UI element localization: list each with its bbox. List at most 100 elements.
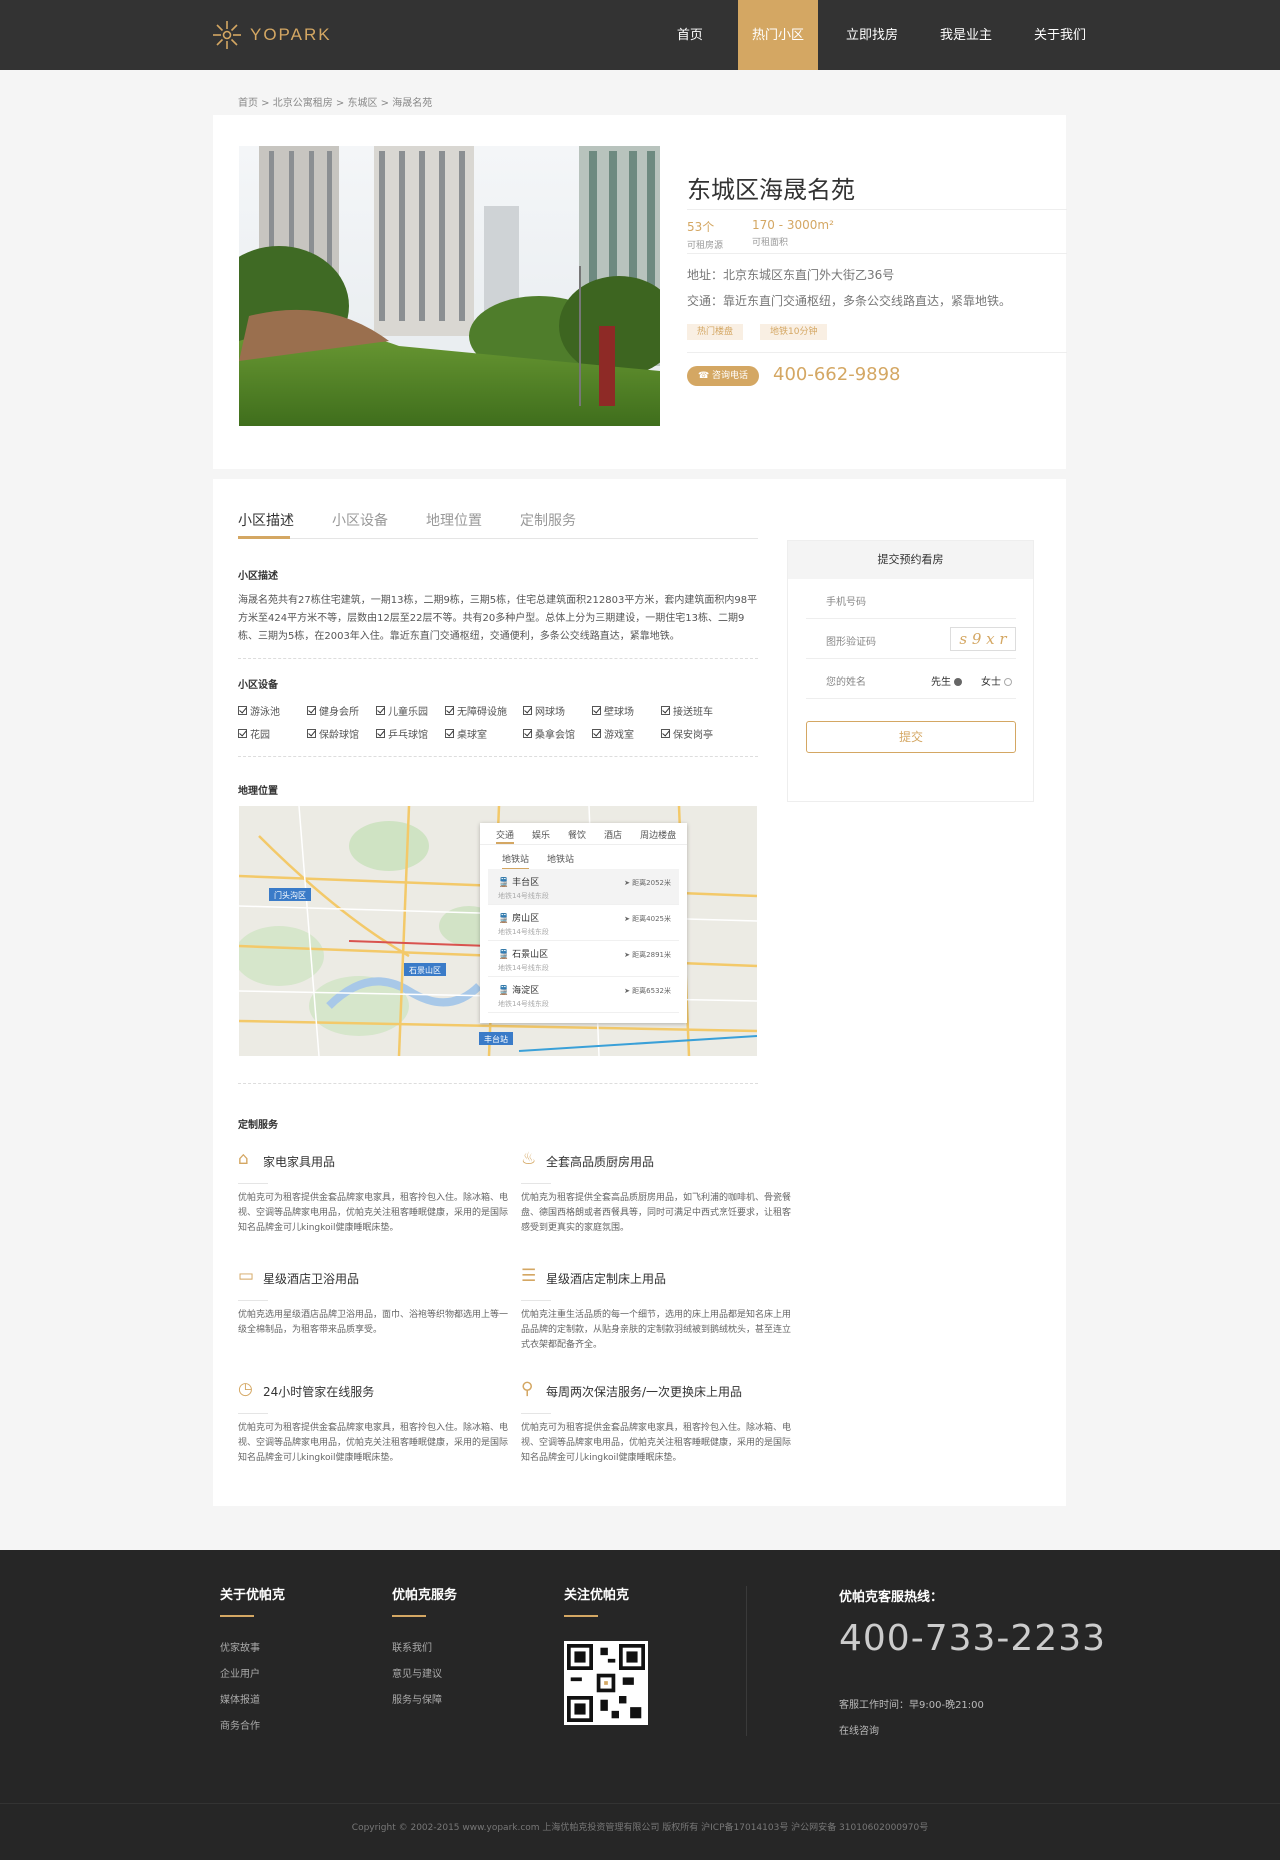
- service-divider: [238, 1183, 268, 1184]
- checkbox-icon: [307, 706, 316, 715]
- footer-about-title: 关于优帕克: [220, 1588, 286, 1603]
- facility-item: 花园: [238, 726, 270, 741]
- checkbox-icon: [592, 729, 601, 738]
- poi-tab-traffic[interactable]: 交通: [496, 828, 515, 844]
- service-description: 优帕克可为租客提供金套品牌家电家具，租客拎包入住。除冰箱、电视、空调等品牌家电用…: [521, 1423, 792, 1463]
- footer-about: 关于优帕克 优家故事 企业用户 媒体报道 商务合作: [220, 1584, 285, 1743]
- footer-link[interactable]: 服务与保障: [392, 1691, 457, 1717]
- copyright: Copyright © 2002-2015 www.yopark.com 上海优…: [351, 1823, 929, 1833]
- station-name-text: 丰台区: [512, 878, 540, 888]
- footer-link[interactable]: 联系我们: [392, 1639, 457, 1665]
- footer-services-title: 优帕克服务: [392, 1588, 458, 1603]
- description-text: 海晟名苑共有27栋住宅建筑，一期13栋，二期9栋，三期5栋，住宅总建筑面积212…: [238, 595, 758, 642]
- property-title: 东城区海晟名苑: [687, 176, 855, 204]
- station-item[interactable]: 🚆 丰台区 地铁14号线东段 ➤ 距离2052米: [488, 869, 679, 905]
- divider: [687, 253, 1067, 254]
- facility-item: 儿童乐园: [376, 703, 428, 718]
- navigate-arrow-icon: ➤: [624, 987, 630, 995]
- checkbox-icon: [307, 729, 316, 738]
- checkbox-icon: [238, 729, 247, 738]
- station-distance-text: 距离6532米: [632, 987, 671, 995]
- footer-link[interactable]: 优家故事: [220, 1639, 285, 1665]
- station-item[interactable]: 🚆 房山区 地铁14号线东段 ➤ 距离4025米: [488, 905, 679, 941]
- tab-description[interactable]: 小区描述: [238, 510, 294, 530]
- hotline-number[interactable]: 400-733-2233: [839, 1618, 1106, 1659]
- poi-subtab-subway-2[interactable]: 地铁站: [547, 852, 574, 869]
- tabs-underline: [238, 538, 758, 539]
- service-title: 星级酒店定制床上用品: [546, 1272, 667, 1286]
- poi-tab-hotel[interactable]: 酒店: [604, 828, 622, 844]
- navigate-arrow-icon: ➤: [624, 915, 630, 923]
- footer-follow-title: 关注优帕克: [564, 1588, 630, 1603]
- service-description: 优帕克为租客提供全套高品质厨房用品，如飞利浦的咖啡机、骨瓷餐盘、德国西格朗或者西…: [521, 1193, 792, 1233]
- station-distance-text: 距离4025米: [632, 915, 671, 923]
- map-label-shijingshan: 石景山区: [409, 965, 441, 975]
- submit-button[interactable]: 提交: [806, 721, 1016, 753]
- facility-label: 保安岗亭: [673, 730, 713, 741]
- captcha-image[interactable]: s 9 x r: [950, 627, 1016, 651]
- breadcrumb[interactable]: 首页 > 北京公寓租房 > 东城区 > 海晟名苑: [238, 94, 432, 109]
- station-item[interactable]: 🚆 海淀区 地铁14号线东段 ➤ 距离6532米: [488, 977, 679, 1013]
- checkbox-icon: [376, 729, 385, 738]
- service-title: 全套高品质厨房用品: [546, 1155, 655, 1169]
- footer-accent-bar: [220, 1615, 254, 1617]
- house-icon: ⌂: [238, 1149, 249, 1169]
- tag-subway: 地铁10分钟: [760, 324, 828, 340]
- tab-facilities[interactable]: 小区设备: [332, 510, 388, 530]
- footer-link[interactable]: 意见与建议: [392, 1665, 457, 1691]
- divider: [238, 756, 758, 757]
- gender-male-option[interactable]: 先生: [931, 673, 963, 688]
- tab-location[interactable]: 地理位置: [426, 510, 482, 530]
- units-label: 可租房源: [687, 241, 724, 251]
- checkbox-icon: [238, 706, 247, 715]
- phone-placeholder: 手机号码: [826, 597, 866, 608]
- service-description: 优帕克注重生活品质的每一个细节，选用的床上用品都是知名床上用品品牌的定制款，从贴…: [521, 1310, 792, 1350]
- poi-tab-dining[interactable]: 餐饮: [568, 828, 586, 844]
- nav-find-home[interactable]: 立即找房: [832, 0, 912, 70]
- service-divider: [238, 1300, 268, 1301]
- captcha-field[interactable]: 图形验证码 s 9 x r: [806, 619, 1016, 659]
- property-phone[interactable]: 400-662-9898: [773, 364, 901, 385]
- facility-label: 乒乓球馆: [388, 730, 428, 741]
- train-icon: 🚆: [498, 878, 510, 888]
- checkbox-icon: [523, 729, 532, 738]
- qr-code-icon[interactable]: [564, 1641, 648, 1725]
- poi-tab-entertainment[interactable]: 娱乐: [532, 828, 550, 844]
- station-item[interactable]: 🚆 石景山区 地铁14号线东段 ➤ 距离2891米: [488, 941, 679, 977]
- nav-hot-communities[interactable]: 热门小区: [737, 0, 818, 70]
- service-description: 优帕克可为租客提供金套品牌家电家具，租客拎包入住。除冰箱、电视、空调等品牌家电用…: [238, 1423, 509, 1463]
- poi-subtab-subway[interactable]: 地铁站: [502, 852, 530, 869]
- name-field[interactable]: 您的姓名 先生 女士: [806, 659, 1016, 699]
- footer-link[interactable]: 媒体报道: [220, 1691, 285, 1717]
- services-heading: 定制服务: [238, 1120, 278, 1131]
- service-divider: [521, 1183, 551, 1184]
- tab-services[interactable]: 定制服务: [520, 510, 576, 530]
- footer-link[interactable]: 商务合作: [220, 1717, 285, 1743]
- phone-field[interactable]: 手机号码: [806, 579, 1016, 619]
- facility-item: 乒乓球馆: [376, 726, 428, 741]
- nav-owner[interactable]: 我是业主: [926, 0, 1006, 70]
- checkbox-icon: [592, 706, 601, 715]
- service-hours: 客服工作时间：早9:00-晚21:00: [839, 1700, 984, 1711]
- form-title: 提交预约看房: [788, 541, 1033, 579]
- station-name-text: 房山区: [512, 914, 540, 924]
- facility-item: 游泳池: [238, 703, 280, 718]
- phone-icon: ☎: [697, 371, 710, 381]
- male-label: 先生: [931, 677, 951, 688]
- online-consult-link[interactable]: 在线咨询: [839, 1722, 879, 1737]
- female-label: 女士: [981, 677, 1001, 688]
- poi-tab-nearby[interactable]: 周边楼盘: [640, 828, 676, 844]
- footer-link[interactable]: 企业用户: [220, 1665, 285, 1691]
- facility-label: 接送班车: [673, 707, 713, 718]
- logo[interactable]: YOPARK: [212, 20, 332, 50]
- logo-text: YOPARK: [250, 25, 332, 44]
- nav-home[interactable]: 首页: [656, 0, 724, 70]
- train-icon: 🚆: [498, 950, 510, 960]
- station-distance: ➤ 距离6532米: [624, 986, 671, 996]
- gender-female-option[interactable]: 女士: [981, 673, 1013, 688]
- call-button[interactable]: ☎ 咨询电话: [687, 366, 759, 386]
- nav-about[interactable]: 关于我们: [1020, 0, 1100, 70]
- service-divider: [238, 1413, 268, 1414]
- footer-separator: [0, 1803, 1280, 1804]
- footer-accent-bar: [392, 1615, 426, 1617]
